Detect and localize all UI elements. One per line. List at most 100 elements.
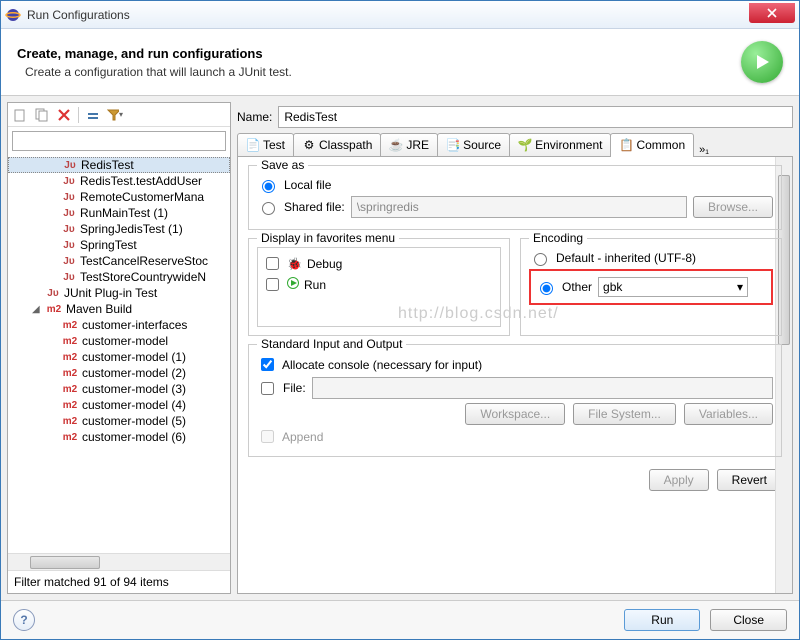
tab-classpath[interactable]: ⚙Classpath (293, 133, 381, 156)
highlight-box: Other gbk ▾ (529, 269, 773, 305)
tab-icon: 📑 (446, 138, 460, 152)
tab-icon: ⚙ (302, 138, 316, 152)
local-file-label: Local file (284, 178, 331, 192)
append-checkbox (261, 430, 274, 443)
horizontal-scrollbar[interactable] (8, 553, 230, 570)
bug-icon: 🐞 (287, 257, 302, 271)
filter-status: Filter matched 91 of 94 items (8, 570, 230, 593)
encoding-combo[interactable]: gbk ▾ (598, 277, 748, 297)
tree-item[interactable]: m2customer-model (3) (8, 381, 230, 397)
run-checkbox[interactable] (266, 278, 279, 291)
run-big-icon (741, 41, 783, 83)
tab-common[interactable]: 📋Common (610, 133, 694, 157)
config-tree[interactable]: JᴜRedisTestJᴜRedisTest.testAddUserJᴜRemo… (8, 155, 230, 553)
shared-file-input (351, 196, 687, 218)
favorites-title: Display in favorites menu (257, 231, 399, 245)
header-title: Create, manage, and run configurations (17, 46, 741, 61)
m2-icon: m2 (62, 320, 78, 331)
save-as-title: Save as (257, 158, 308, 172)
ju-icon: Jᴜ (62, 176, 76, 187)
encoding-other-radio[interactable] (540, 282, 553, 295)
encoding-group: Encoding Default - inherited (UTF-8) Oth… (520, 238, 782, 336)
tree-item[interactable]: JᴜRemoteCustomerMana (8, 189, 230, 205)
delete-config-icon[interactable] (56, 107, 72, 123)
tree-item[interactable]: m2customer-interfaces (8, 317, 230, 333)
filesystem-button: File System... (573, 403, 676, 425)
tree-item[interactable]: m2customer-model (1) (8, 349, 230, 365)
file-input (312, 377, 773, 399)
tab-test[interactable]: 📄Test (237, 133, 294, 156)
m2-icon: m2 (62, 336, 78, 347)
eclipse-icon (5, 7, 21, 23)
dialog-window: Run Configurations Create, manage, and r… (0, 0, 800, 640)
io-title: Standard Input and Output (257, 337, 406, 351)
browse-button: Browse... (693, 196, 773, 218)
new-config-icon[interactable] (12, 107, 28, 123)
tree-item[interactable]: m2customer-model (2) (8, 365, 230, 381)
more-tabs-icon[interactable]: »₁ (699, 144, 709, 156)
encoding-title: Encoding (529, 231, 587, 245)
tab-source[interactable]: 📑Source (437, 133, 510, 156)
run-button[interactable]: Run (624, 609, 700, 631)
tree-item[interactable]: JᴜTestStoreCountrywideN (8, 269, 230, 285)
close-icon[interactable] (749, 3, 795, 23)
tab-bar: 📄Test⚙Classpath☕JRE📑Source🌱Environment📋C… (237, 132, 793, 157)
ju-icon: Jᴜ (62, 192, 76, 203)
titlebar[interactable]: Run Configurations (1, 1, 799, 29)
duplicate-config-icon[interactable] (34, 107, 50, 123)
revert-button[interactable]: Revert (717, 469, 782, 491)
tree-item[interactable]: JᴜSpringJedisTest (1) (8, 221, 230, 237)
tab-common: http://blog.csdn.net/ Save as Local file… (237, 157, 793, 594)
ju-icon: Jᴜ (63, 160, 77, 171)
tab-icon: 📋 (619, 138, 633, 152)
save-as-group: Save as Local file Shared file: Browse..… (248, 165, 782, 230)
m2-icon: m2 (62, 384, 78, 395)
tree-item[interactable]: m2customer-model (4) (8, 397, 230, 413)
config-toolbar: ▾ (8, 103, 230, 127)
footer: ? Run Close (1, 600, 799, 639)
ju-icon: Jᴜ (46, 288, 60, 299)
header: Create, manage, and run configurations C… (1, 29, 799, 96)
m2-icon: m2 (62, 400, 78, 411)
collapse-icon[interactable] (85, 107, 101, 123)
tree-item[interactable]: m2customer-model (6) (8, 429, 230, 445)
local-file-radio[interactable] (262, 180, 275, 193)
file-checkbox[interactable] (261, 382, 274, 395)
tree-item[interactable]: JᴜRedisTest (8, 157, 230, 173)
tree-item[interactable]: JᴜTestCancelReserveStoc (8, 253, 230, 269)
right-panel: Name: 📄Test⚙Classpath☕JRE📑Source🌱Environ… (237, 102, 793, 594)
allocate-console-checkbox[interactable] (261, 358, 274, 371)
ju-icon: Jᴜ (62, 240, 76, 251)
variables-button: Variables... (684, 403, 773, 425)
ju-icon: Jᴜ (62, 272, 76, 283)
tab-jre[interactable]: ☕JRE (380, 133, 438, 156)
chevron-down-icon: ▾ (737, 280, 743, 294)
tree-item[interactable]: JᴜRunMainTest (1) (8, 205, 230, 221)
favorites-list[interactable]: 🐞Debug Run (257, 247, 501, 327)
io-group: Standard Input and Output Allocate conso… (248, 344, 782, 457)
tree-item[interactable]: JᴜSpringTest (8, 237, 230, 253)
encoding-other-label: Other (562, 280, 592, 294)
ju-icon: Jᴜ (62, 208, 76, 219)
titlebar-text: Run Configurations (27, 8, 749, 22)
tab-icon: 📄 (246, 138, 260, 152)
shared-file-radio[interactable] (262, 202, 275, 215)
debug-checkbox[interactable] (266, 257, 279, 270)
help-icon[interactable]: ? (13, 609, 35, 631)
m2-icon: m2 (62, 432, 78, 443)
close-button[interactable]: Close (710, 609, 787, 631)
ju-icon: Jᴜ (62, 256, 76, 267)
m2-icon: m2 (62, 368, 78, 379)
encoding-default-label: Default - inherited (UTF-8) (556, 251, 696, 265)
encoding-default-radio[interactable] (534, 253, 547, 266)
name-input[interactable] (278, 106, 793, 128)
workspace-button: Workspace... (465, 403, 565, 425)
tab-environment[interactable]: 🌱Environment (509, 133, 611, 156)
filter-icon[interactable]: ▾ (107, 107, 123, 123)
tree-item[interactable]: m2customer-model (5) (8, 413, 230, 429)
filter-input[interactable] (12, 131, 226, 151)
tree-item[interactable]: m2customer-model (8, 333, 230, 349)
tree-item[interactable]: JᴜJUnit Plug-in Test (8, 285, 230, 301)
tree-item[interactable]: JᴜRedisTest.testAddUser (8, 173, 230, 189)
tree-item[interactable]: ◢m2Maven Build (8, 301, 230, 317)
